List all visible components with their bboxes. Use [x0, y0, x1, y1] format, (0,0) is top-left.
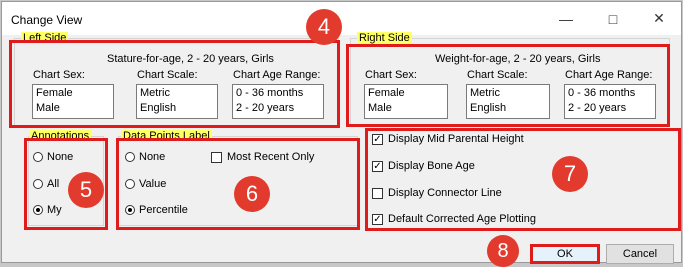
right-side-legend: Right Side	[357, 32, 412, 44]
callout-5: 5	[68, 172, 104, 208]
close-icon[interactable]: ✕	[636, 2, 682, 35]
ok-button[interactable]: OK	[530, 244, 600, 264]
minimize-icon[interactable]: —	[543, 2, 589, 35]
cancel-button[interactable]: Cancel	[606, 244, 674, 264]
callout-8: 8	[487, 235, 519, 267]
callout-box-right	[346, 44, 670, 127]
callout-7: 7	[552, 156, 588, 192]
callout-box-4	[9, 40, 340, 128]
window-title: Change View	[11, 13, 83, 27]
callout-4: 4	[306, 9, 342, 45]
callout-box-7	[365, 128, 681, 231]
callout-6: 6	[234, 176, 270, 212]
maximize-icon[interactable]: □	[590, 2, 636, 35]
